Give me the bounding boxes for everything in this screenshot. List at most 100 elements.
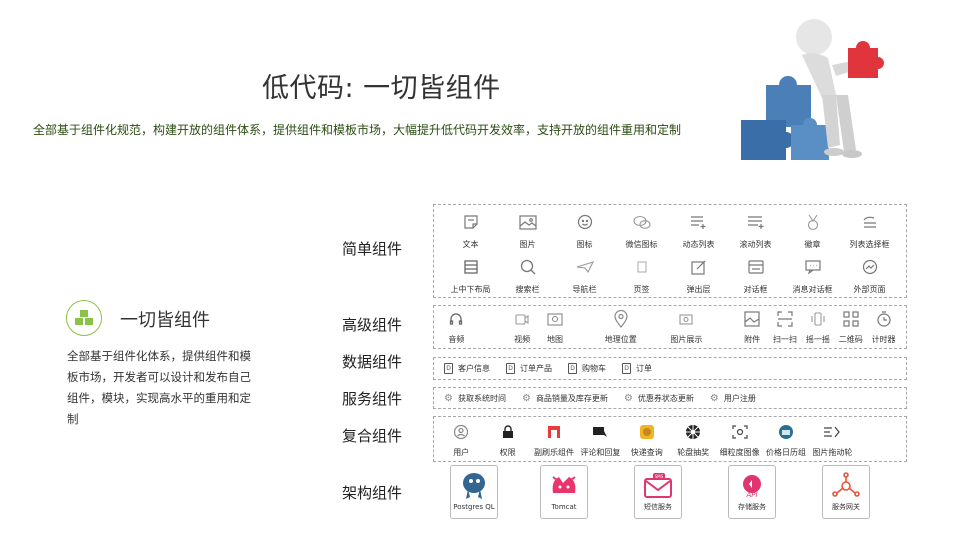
qrcode-icon: [843, 308, 859, 330]
component-external-page[interactable]: 外部页面: [841, 256, 898, 295]
arch-storage[interactable]: API 存储服务: [728, 465, 776, 519]
feature-description: 全部基于组件化体系，提供组件和模板市场，开发者可以设计和发布自己组件，模块，实现…: [67, 349, 251, 426]
service-item-time[interactable]: ⚙ 获取系统时间: [444, 393, 506, 404]
express-icon: [639, 421, 655, 443]
component-qrcode[interactable]: 二维码: [834, 308, 867, 345]
component-cubes-icon: [66, 300, 102, 336]
component-icon[interactable]: 图标: [556, 211, 613, 250]
component-audio[interactable]: 音频: [440, 308, 473, 345]
component-image[interactable]: 图片: [499, 211, 556, 250]
arch-sms[interactable]: SMS 短信服务: [634, 465, 682, 519]
category-composite-label: 复合组件: [342, 427, 403, 445]
layout-icon: [463, 256, 478, 278]
postgresql-icon: [460, 469, 488, 503]
component-dialog[interactable]: 对话框: [727, 256, 784, 295]
gear-icon: ⚙: [709, 392, 719, 404]
headphone-icon: [449, 308, 463, 330]
lock-icon: [502, 421, 514, 443]
component-location[interactable]: 地理位置: [604, 308, 637, 345]
data-item-order[interactable]: D 订单: [622, 363, 652, 374]
component-nav-bar[interactable]: 导航栏: [556, 256, 613, 295]
gear-icon: ⚙: [521, 392, 531, 404]
component-list-select[interactable]: 列表选择框: [841, 211, 898, 250]
list-add-icon: [690, 211, 708, 233]
scroll-list-icon: [747, 211, 765, 233]
tomcat-icon: [549, 469, 579, 503]
composite-permission[interactable]: 权限: [484, 421, 530, 458]
component-dynamic-list[interactable]: 动态列表: [670, 211, 727, 250]
page-subtitle: 全部基于组件化规范，构建开放的组件体系，提供组件和模板市场，大幅提升低代码开发效…: [33, 123, 682, 137]
video-icon: [515, 308, 529, 330]
service-item-stock[interactable]: ⚙ 商品销量及库存更新: [522, 393, 608, 404]
component-gallery[interactable]: 图片展示: [670, 308, 703, 345]
component-badge[interactable]: 徽章: [784, 211, 841, 250]
timer-icon: [876, 308, 892, 330]
search-icon: [520, 256, 536, 278]
composite-price-calendar[interactable]: 价格日历组: [763, 421, 809, 458]
component-scroll-list[interactable]: 滚动列表: [727, 211, 784, 250]
advanced-components-panel: 音频 视频 地图 地理位置 图片展示 附件 扫一扫 摇一摇 二维码 计时器: [433, 305, 907, 349]
component-text[interactable]: 文本: [442, 211, 499, 250]
sms-icon: SMS: [643, 469, 673, 503]
list-select-icon: [862, 211, 878, 233]
component-layout[interactable]: 上中下布局: [442, 256, 499, 295]
data-item-customer[interactable]: D 客户信息: [444, 363, 490, 374]
composite-user[interactable]: 用户: [438, 421, 484, 458]
service-item-register[interactable]: ⚙ 用户注册: [710, 393, 756, 404]
composite-app[interactable]: 副刷乐组件: [531, 421, 577, 458]
api-icon: API: [737, 469, 767, 503]
composite-components-panel: 用户 权限 副刷乐组件 评论和回复 快递查询 轮盘抽奖 细粒度图像 价格日历组 …: [433, 416, 907, 462]
composite-express[interactable]: 快递查询: [624, 421, 670, 458]
image-grain-icon: [731, 421, 748, 443]
category-simple-label: 简单组件: [342, 240, 403, 258]
component-map[interactable]: 地图: [539, 308, 572, 345]
dialog-icon: [747, 256, 764, 278]
composite-image-grain[interactable]: 细粒度图像: [716, 421, 762, 458]
service-item-coupon[interactable]: ⚙ 优惠券状态更新: [624, 393, 694, 404]
document-icon: D: [506, 363, 515, 374]
svg-text:SMS: SMS: [655, 474, 664, 479]
map-icon: [547, 308, 563, 330]
arch-postgresql[interactable]: Postgres QL: [450, 465, 498, 519]
document-icon: D: [568, 363, 577, 374]
gateway-icon: [831, 469, 861, 503]
comment-icon: [592, 421, 608, 443]
category-service-label: 服务组件: [342, 390, 403, 408]
image-icon: [518, 211, 537, 233]
component-wechat-icon[interactable]: 微信图标: [613, 211, 670, 250]
simple-components-panel: 文本 图片 图标 微信图标 动态列表 滚动列表 徽章 列表选择框 上中下布局 搜…: [433, 204, 907, 298]
composite-image-drag[interactable]: 图片拖动轮: [809, 421, 855, 458]
component-shake[interactable]: 摇一摇: [801, 308, 834, 345]
component-scan[interactable]: 扫一扫: [769, 308, 802, 345]
category-advanced-label: 高级组件: [342, 316, 403, 334]
medal-icon: [806, 211, 820, 233]
data-item-order-product[interactable]: D 订单产品: [506, 363, 552, 374]
composite-comment[interactable]: 评论和回复: [577, 421, 623, 458]
component-attachment[interactable]: 附件: [736, 308, 769, 345]
component-message-dialog[interactable]: 消息对话框: [784, 256, 841, 295]
component-timer[interactable]: 计时器: [867, 308, 900, 345]
arch-tomcat[interactable]: Tomcat: [540, 465, 588, 519]
wheel-icon: [685, 421, 701, 443]
arch-gateway[interactable]: 服务网关: [822, 465, 870, 519]
component-search-bar[interactable]: 搜索栏: [499, 256, 556, 295]
gallery-icon: [679, 308, 693, 330]
component-tab[interactable]: 页签: [613, 256, 670, 295]
component-video[interactable]: 视频: [506, 308, 539, 345]
calendar-icon: [778, 421, 794, 443]
send-icon: [576, 256, 594, 278]
attachment-icon: [744, 308, 760, 330]
bookmark-icon: [636, 256, 648, 278]
note-icon: [463, 211, 479, 233]
gear-icon: ⚙: [623, 392, 633, 404]
puzzle-figure-illustration: [741, 19, 884, 160]
composite-wheel[interactable]: 轮盘抽奖: [670, 421, 716, 458]
scan-icon: [777, 308, 793, 330]
gear-icon: ⚙: [444, 392, 453, 404]
edit-icon: [690, 256, 707, 278]
page-title: 低代码: 一切皆组件: [262, 73, 501, 104]
service-components-panel: ⚙ 获取系统时间 ⚙ 商品销量及库存更新 ⚙ 优惠券状态更新 ⚙ 用户注册: [433, 387, 907, 409]
category-architecture-label: 架构组件: [342, 484, 403, 502]
component-popup[interactable]: 弹出层: [670, 256, 727, 295]
data-item-cart[interactable]: D 购物车: [568, 363, 606, 374]
